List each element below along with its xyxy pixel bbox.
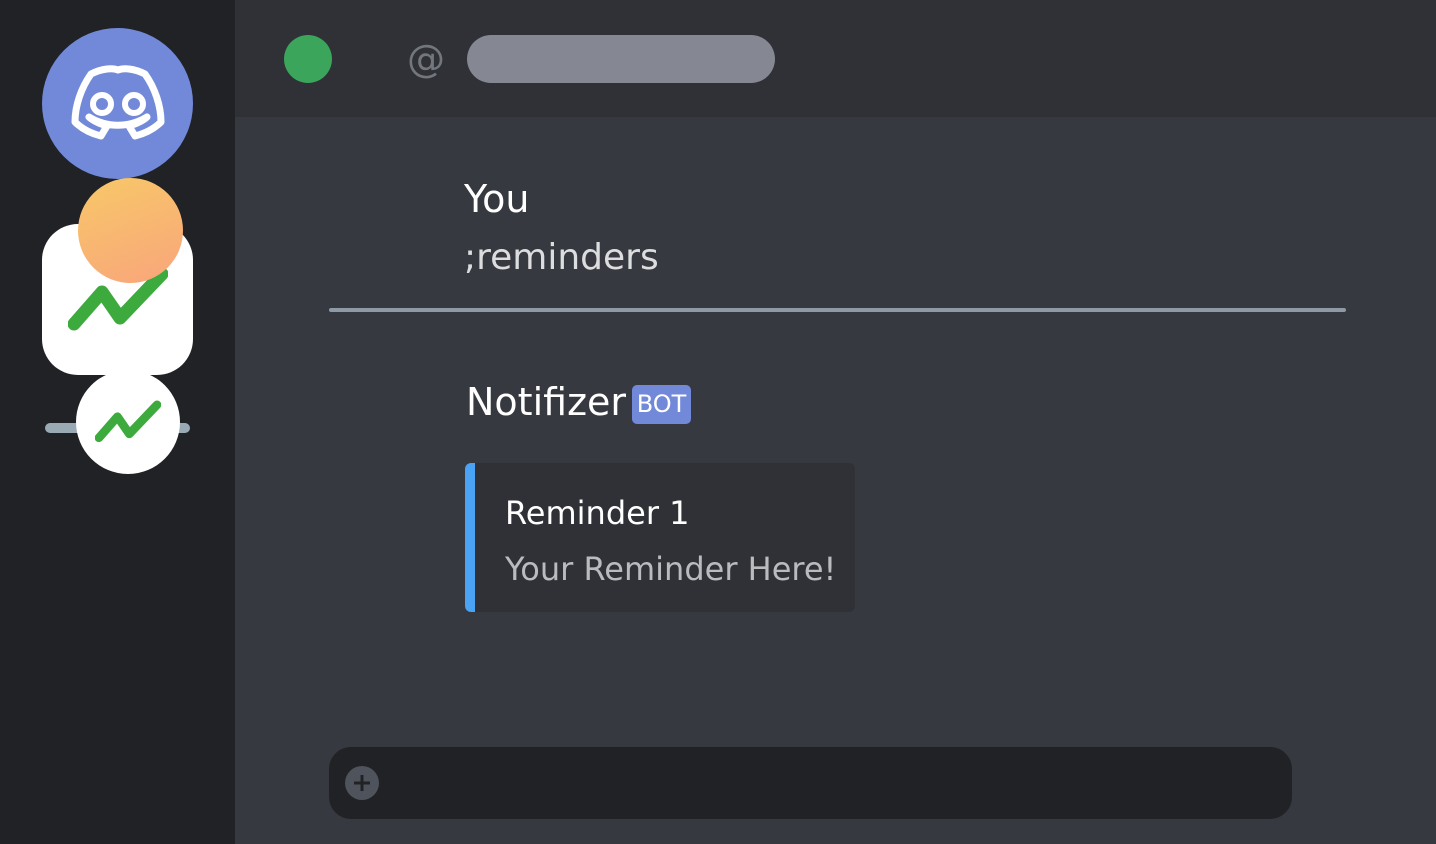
- bot-badge: BOT: [632, 385, 691, 424]
- message-author[interactable]: You: [464, 180, 530, 218]
- redacted-username: [467, 35, 775, 83]
- discord-app: @ You ;reminders Notifizer BOT Reminder …: [0, 0, 1436, 844]
- reminder-embed: Reminder 1 Your Reminder Here!: [465, 463, 855, 612]
- channel-header: @: [235, 0, 1436, 117]
- online-status-icon: [284, 35, 332, 83]
- plus-circle-icon: [354, 775, 370, 791]
- bot-avatar[interactable]: [76, 370, 180, 474]
- message-author[interactable]: Notifizer: [466, 383, 626, 421]
- embed-title: Reminder 1: [505, 494, 690, 532]
- embed-accent-bar: [465, 463, 475, 612]
- notifizer-logo-icon: [95, 400, 161, 443]
- message-input[interactable]: [329, 747, 1292, 819]
- attach-button[interactable]: [345, 766, 379, 800]
- user-avatar[interactable]: [78, 178, 183, 283]
- discord-logo-icon: [71, 64, 164, 139]
- embed-description: Your Reminder Here!: [505, 550, 837, 588]
- message-content: ;reminders: [464, 237, 659, 278]
- at-icon: @: [407, 37, 445, 81]
- message-divider: [329, 308, 1346, 312]
- server-home-button[interactable]: [42, 28, 193, 179]
